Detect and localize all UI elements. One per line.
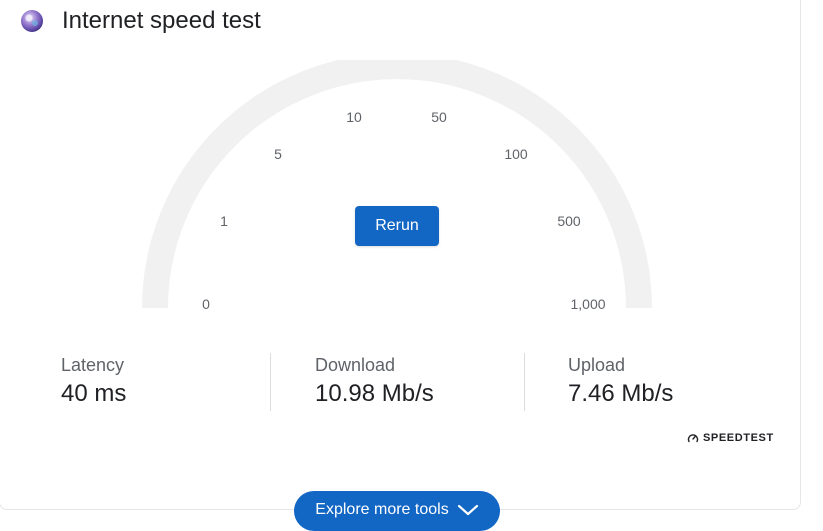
metric-divider (270, 353, 271, 411)
gauge-track (142, 60, 652, 309)
chevron-down-icon (457, 504, 478, 516)
speedtest-brand-label: SPEEDTEST (703, 432, 774, 444)
download-label: Download (315, 355, 396, 375)
speed-gauge (142, 60, 652, 309)
gauge-label-50: 50 (431, 109, 447, 125)
upload-metric: Upload 7.46 Mb/s (568, 355, 673, 408)
gauge-icon (687, 434, 699, 443)
latency-label: Latency (61, 355, 125, 375)
upload-label: Upload (568, 355, 626, 375)
upload-value: 7.46 Mb/s (568, 380, 674, 407)
rerun-button[interactable]: Rerun (355, 206, 439, 246)
latency-metric: Latency 40 ms (61, 355, 126, 408)
gauge-label-0: 0 (202, 296, 210, 312)
explore-more-tools-label: Explore more tools (315, 501, 449, 518)
gauge-label-5: 5 (274, 146, 282, 162)
header: Internet speed test (20, 6, 261, 36)
explore-more-tools-button[interactable]: Explore more tools (294, 491, 500, 531)
gauge-label-500: 500 (557, 213, 581, 229)
speedtest-brand: SPEEDTEST (687, 432, 774, 444)
page-title: Internet speed test (62, 7, 261, 34)
gauge-label-10: 10 (346, 109, 362, 125)
gauge-label-1000: 1,000 (570, 296, 606, 312)
gauge-label-1: 1 (220, 213, 228, 229)
download-value: 10.98 Mb/s (315, 380, 434, 407)
download-metric: Download 10.98 Mb/s (315, 355, 434, 408)
speedtest-orb-icon (21, 10, 43, 32)
metric-divider (524, 353, 525, 411)
latency-value: 40 ms (61, 380, 127, 407)
gauge-label-100: 100 (504, 146, 528, 162)
